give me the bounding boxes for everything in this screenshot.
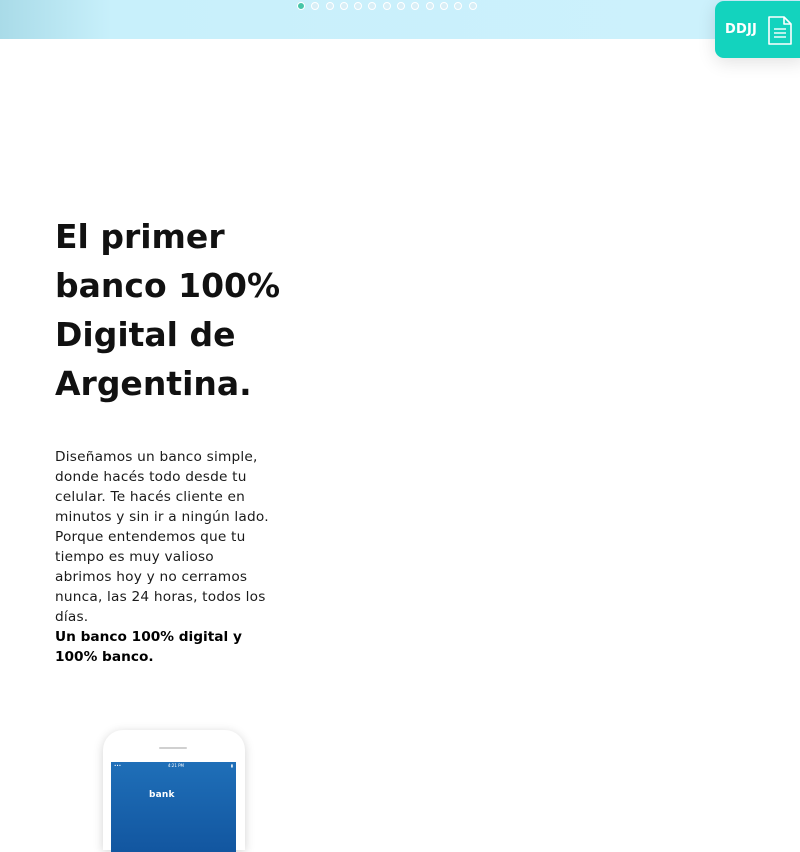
phone-screen: ••• 4:21 PM ▮ bank — [111, 762, 236, 852]
hero-carousel-strip — [0, 0, 800, 39]
phone-mockup: ••• 4:21 PM ▮ bank — [103, 730, 245, 852]
carousel-dot[interactable] — [425, 2, 434, 10]
hero-body-text: Diseñamos un banco simple, donde hacés t… — [55, 449, 269, 625]
carousel-dot[interactable] — [368, 2, 377, 10]
phone-signal: ••• — [114, 763, 122, 768]
phone-app-logo: bank — [149, 790, 175, 800]
carousel-dot[interactable] — [397, 2, 406, 10]
carousel-dot[interactable] — [311, 2, 320, 10]
document-icon — [768, 16, 792, 45]
carousel-dot[interactable] — [297, 2, 305, 10]
carousel-dots — [297, 2, 477, 10]
carousel-dot[interactable] — [339, 2, 348, 10]
carousel-dot[interactable] — [325, 2, 334, 10]
hero-tagline: Un banco 100% digital y 100% banco. — [55, 629, 242, 665]
carousel-dot[interactable] — [382, 2, 391, 10]
carousel-dot[interactable] — [454, 2, 463, 10]
phone-time: 4:21 PM — [167, 763, 184, 768]
phone-speaker — [159, 747, 187, 749]
carousel-dot[interactable] — [411, 2, 420, 10]
carousel-dot[interactable] — [468, 2, 477, 10]
phone-battery: ▮ — [230, 763, 233, 768]
carousel-dot[interactable] — [439, 2, 448, 10]
hero-headline: El primer banco 100% Digital de Argentin… — [55, 217, 281, 403]
ddjj-button-label: DDJJ — [725, 22, 758, 37]
phone-status-bar: ••• 4:21 PM ▮ — [111, 762, 236, 770]
ddjj-button[interactable]: DDJJ — [715, 1, 800, 58]
carousel-dot[interactable] — [354, 2, 363, 10]
